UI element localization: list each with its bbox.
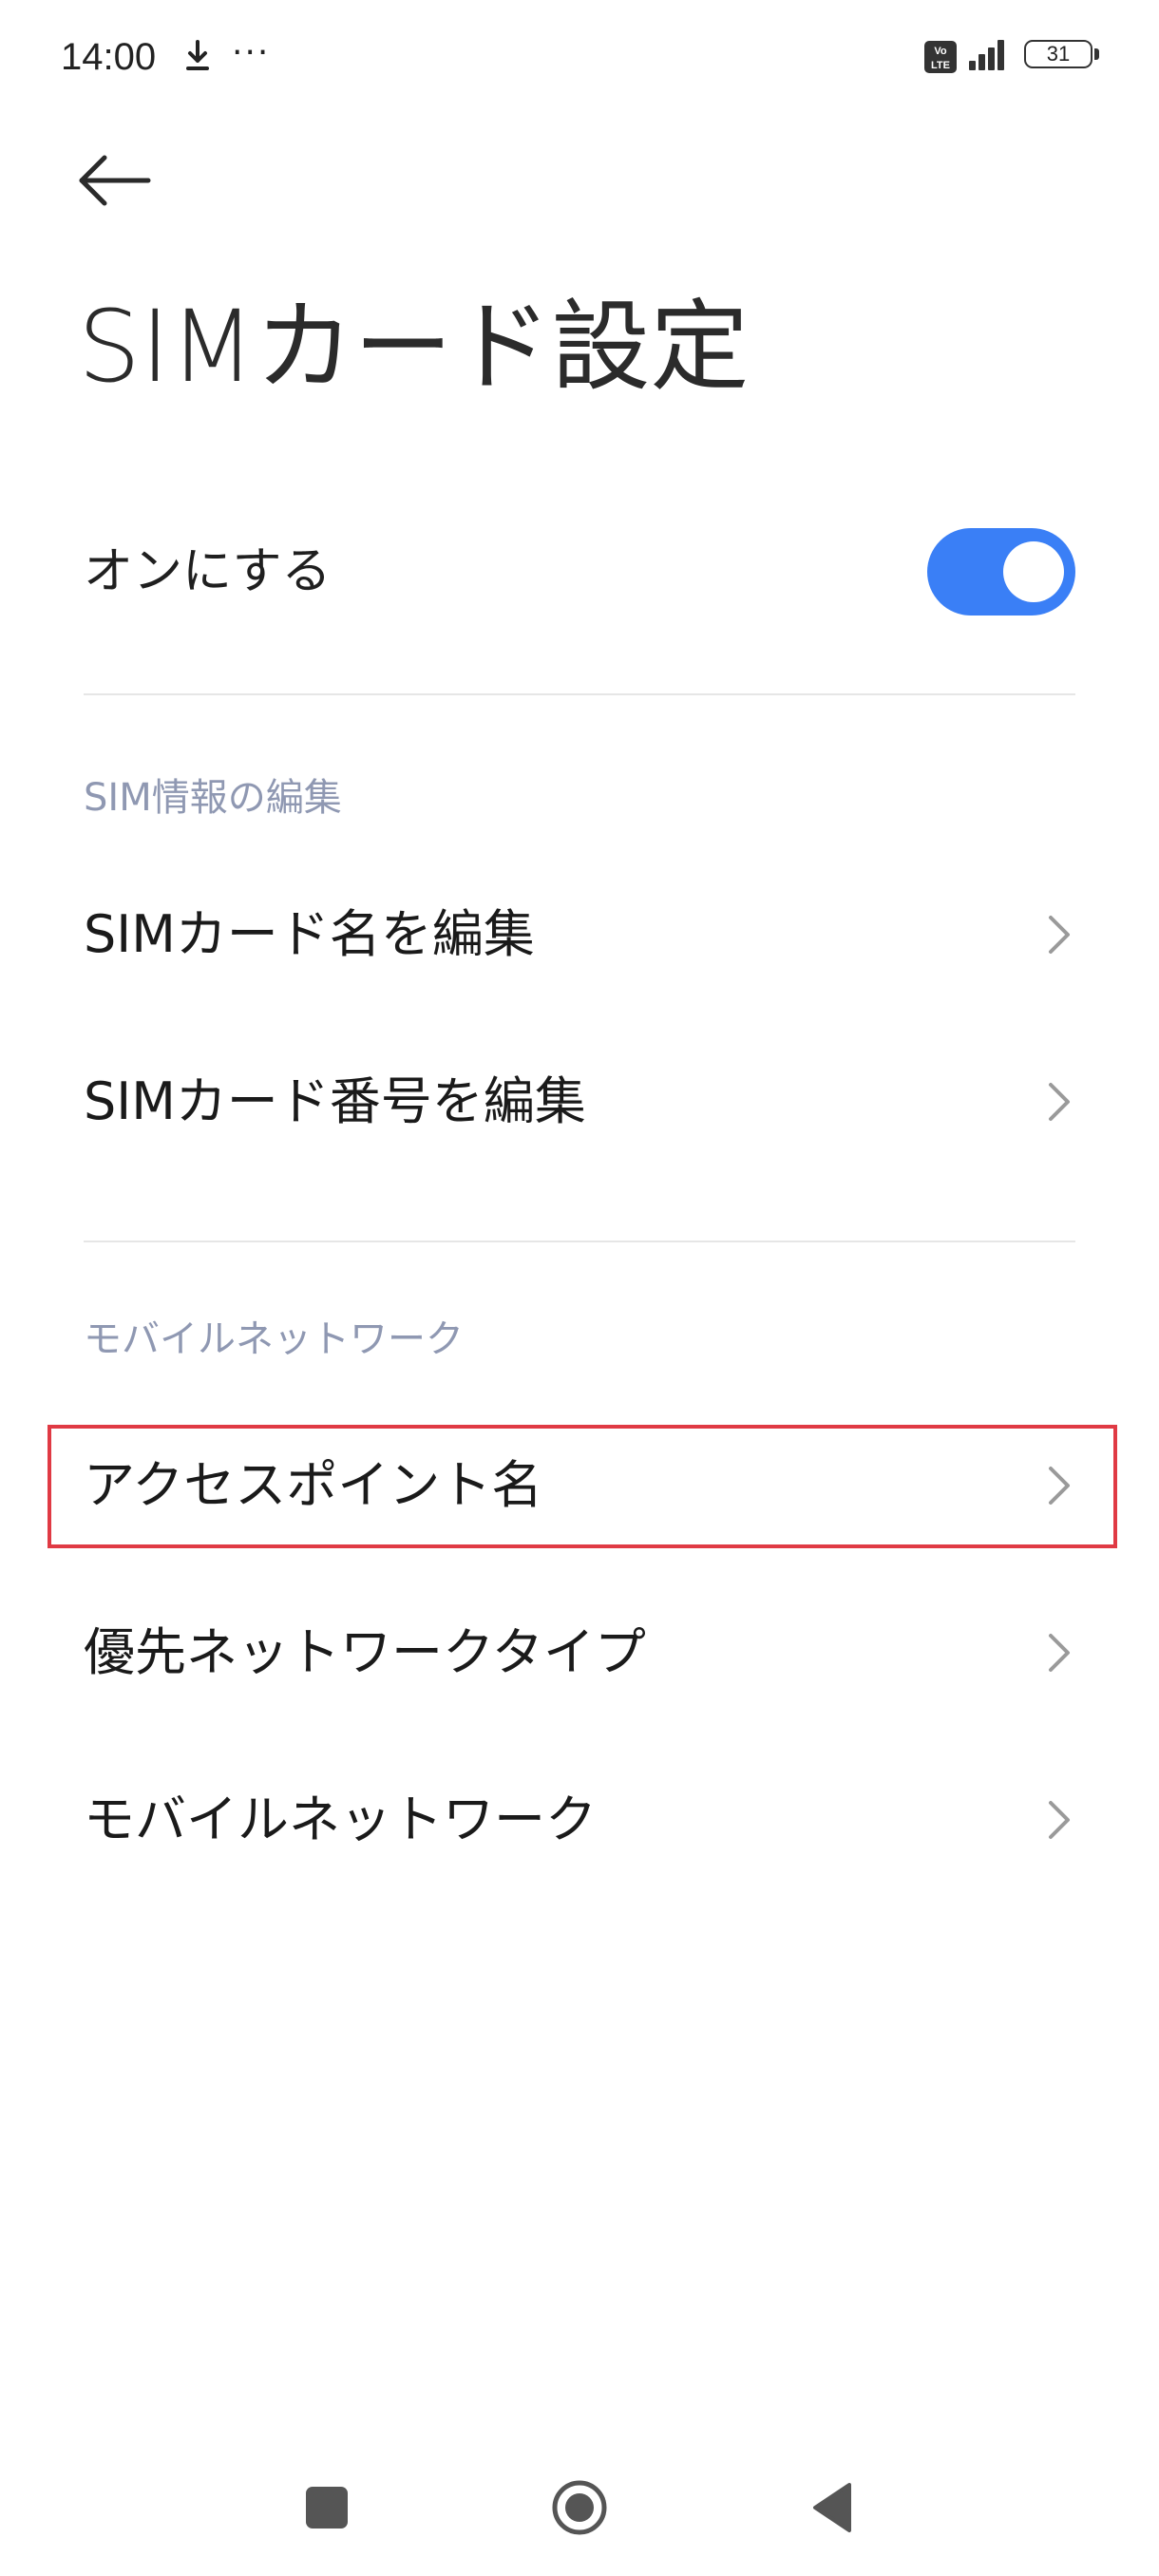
more-notifications-icon: ···: [232, 33, 271, 72]
svg-text:LTE: LTE: [931, 60, 950, 71]
access-point-name-label: アクセスポイント名: [84, 1455, 543, 1515]
sim-enable-toggle[interactable]: [927, 528, 1075, 616]
navigation-bar: [0, 2432, 1159, 2576]
download-icon: [180, 38, 215, 76]
chevron-right-icon: [1039, 1630, 1077, 1676]
mobile-network-label: モバイルネットワーク: [84, 1790, 597, 1849]
sim-enable-label: オンにする: [84, 543, 332, 600]
preferred-network-type-label: 優先ネットワークタイプ: [84, 1622, 646, 1682]
triangle-back-icon[interactable]: [809, 2481, 853, 2534]
volte-icon: Vo LTE: [923, 40, 958, 74]
toggle-knob: [1003, 541, 1064, 602]
divider: [84, 693, 1075, 695]
sim-enable-row[interactable]: オンにする: [0, 494, 1159, 646]
edit-sim-number-label: SIMカード番号を編集: [84, 1071, 586, 1131]
chevron-right-icon: [1039, 912, 1077, 957]
battery-level: 31: [1024, 40, 1092, 68]
arrow-left-icon: [70, 155, 156, 222]
battery-icon: 31: [1024, 40, 1102, 72]
divider: [84, 1241, 1075, 1242]
status-time: 14:00: [61, 36, 157, 78]
circle-home-icon[interactable]: [551, 2479, 608, 2536]
section-header-mobile-network: モバイルネットワーク: [84, 1317, 464, 1361]
page-title: SIMカード設定: [78, 289, 750, 405]
preferred-network-type-row[interactable]: 優先ネットワークタイプ: [0, 1577, 1159, 1729]
section-header-sim-info: SIM情報の編集: [84, 776, 342, 820]
square-recents-icon[interactable]: [306, 2487, 348, 2529]
edit-sim-number-row[interactable]: SIMカード番号を編集: [0, 1026, 1159, 1178]
back-button[interactable]: [70, 142, 165, 218]
chevron-right-icon: [1039, 1463, 1077, 1508]
chevron-right-icon: [1039, 1079, 1077, 1125]
edit-sim-name-row[interactable]: SIMカード名を編集: [0, 859, 1159, 1011]
edit-sim-name-label: SIMカード名を編集: [84, 904, 535, 964]
status-bar: 14:00 ··· Vo LTE 31: [0, 0, 1159, 114]
chevron-right-icon: [1039, 1797, 1077, 1843]
mobile-network-row[interactable]: モバイルネットワーク: [0, 1744, 1159, 1896]
access-point-name-row[interactable]: アクセスポイント名: [0, 1410, 1159, 1562]
signal-icon: [967, 38, 1009, 72]
svg-text:Vo: Vo: [934, 46, 947, 57]
